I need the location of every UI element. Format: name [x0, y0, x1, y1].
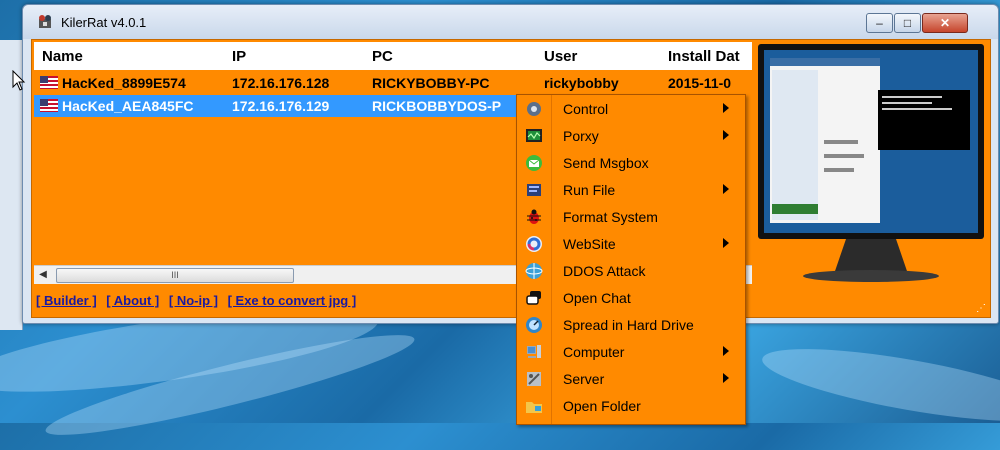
- submenu-arrow-icon: [723, 373, 729, 383]
- about-link[interactable]: [ About ]: [106, 293, 159, 308]
- rat-app-icon: [39, 15, 51, 28]
- column-header-install-date[interactable]: Install Dat: [668, 48, 740, 65]
- mouse-cursor-icon: [12, 70, 26, 91]
- menu-item-server[interactable]: Server: [517, 365, 745, 392]
- server-icon: [527, 372, 541, 386]
- run-file-icon: [527, 184, 541, 196]
- submenu-arrow-icon: [723, 130, 729, 140]
- website-icon: [526, 236, 542, 252]
- column-header-pc[interactable]: PC: [372, 48, 393, 65]
- submenu-arrow-icon: [723, 346, 729, 356]
- desktop-streak: [757, 334, 1000, 436]
- computer-icon: [527, 345, 541, 358]
- menu-item-control[interactable]: Control: [517, 95, 745, 122]
- menu-item-open-folder[interactable]: Open Folder: [517, 392, 745, 419]
- maximize-button[interactable]: □: [894, 13, 921, 33]
- builder-link[interactable]: [ Builder ]: [36, 293, 97, 308]
- remote-desktop-preview: [758, 44, 984, 282]
- window-title: KilerRat v4.0.1: [61, 15, 147, 30]
- menu-item-computer[interactable]: Computer: [517, 338, 745, 365]
- no-ip-link[interactable]: [ No-ip ]: [169, 293, 218, 308]
- ddos-icon: [525, 263, 543, 279]
- footer-links: [ Builder ] [ About ] [ No-ip ] [ Exe to…: [36, 293, 362, 308]
- menu-item-porxy[interactable]: Porxy: [517, 122, 745, 149]
- folder-icon: [526, 402, 542, 413]
- column-header-user[interactable]: User: [544, 48, 577, 65]
- menu-item-run-file[interactable]: Run File: [517, 176, 745, 203]
- message-icon: [526, 155, 542, 171]
- submenu-arrow-icon: [723, 184, 729, 194]
- column-header-name[interactable]: Name: [42, 48, 83, 65]
- title-bar[interactable]: KilerRat v4.0.1 – □ ✕: [23, 5, 998, 39]
- gear-icon: [527, 102, 541, 116]
- submenu-arrow-icon: [723, 103, 729, 113]
- minimize-button[interactable]: –: [866, 13, 893, 33]
- table-row[interactable]: HacKed_8899E574 172.16.176.128 RICKYBOBB…: [34, 72, 752, 94]
- menu-item-open-chat[interactable]: Open Chat: [517, 284, 745, 311]
- menu-item-spread-hard-drive[interactable]: Spread in Hard Drive: [517, 311, 745, 338]
- menu-item-ddos-attack[interactable]: DDOS Attack: [517, 257, 745, 284]
- close-button[interactable]: ✕: [922, 13, 968, 33]
- us-flag-icon: [40, 76, 58, 89]
- menu-item-website[interactable]: WebSite: [517, 230, 745, 257]
- spread-icon: [526, 317, 542, 333]
- menu-item-format-system[interactable]: Format System: [517, 203, 745, 230]
- context-menu: Control Porxy Send Msgbox Run File Forma…: [516, 94, 746, 425]
- proxy-monitor-icon: [526, 129, 542, 142]
- scroll-left-arrow-icon[interactable]: ◀: [36, 268, 50, 282]
- client-area: Name IP PC User Install Dat HacKed_8899E…: [31, 39, 991, 318]
- column-header-ip[interactable]: IP: [232, 48, 246, 65]
- list-header: Name IP PC User Install Dat: [34, 42, 752, 70]
- submenu-arrow-icon: [723, 238, 729, 248]
- menu-item-send-msgbox[interactable]: Send Msgbox: [517, 149, 745, 176]
- chat-icon: [526, 291, 541, 305]
- exe-to-jpg-link[interactable]: [ Exe to convert jpg ]: [228, 293, 357, 308]
- scroll-thumb[interactable]: III: [56, 268, 294, 283]
- bug-icon: [527, 209, 541, 224]
- main-window: KilerRat v4.0.1 – □ ✕ Name IP PC User In…: [22, 4, 999, 324]
- us-flag-icon: [40, 99, 58, 112]
- resize-grip-icon[interactable]: ⋰: [976, 303, 988, 315]
- table-row-selected[interactable]: HacKed_AEA845FC 172.16.176.129 RICKBOBBY…: [34, 95, 520, 117]
